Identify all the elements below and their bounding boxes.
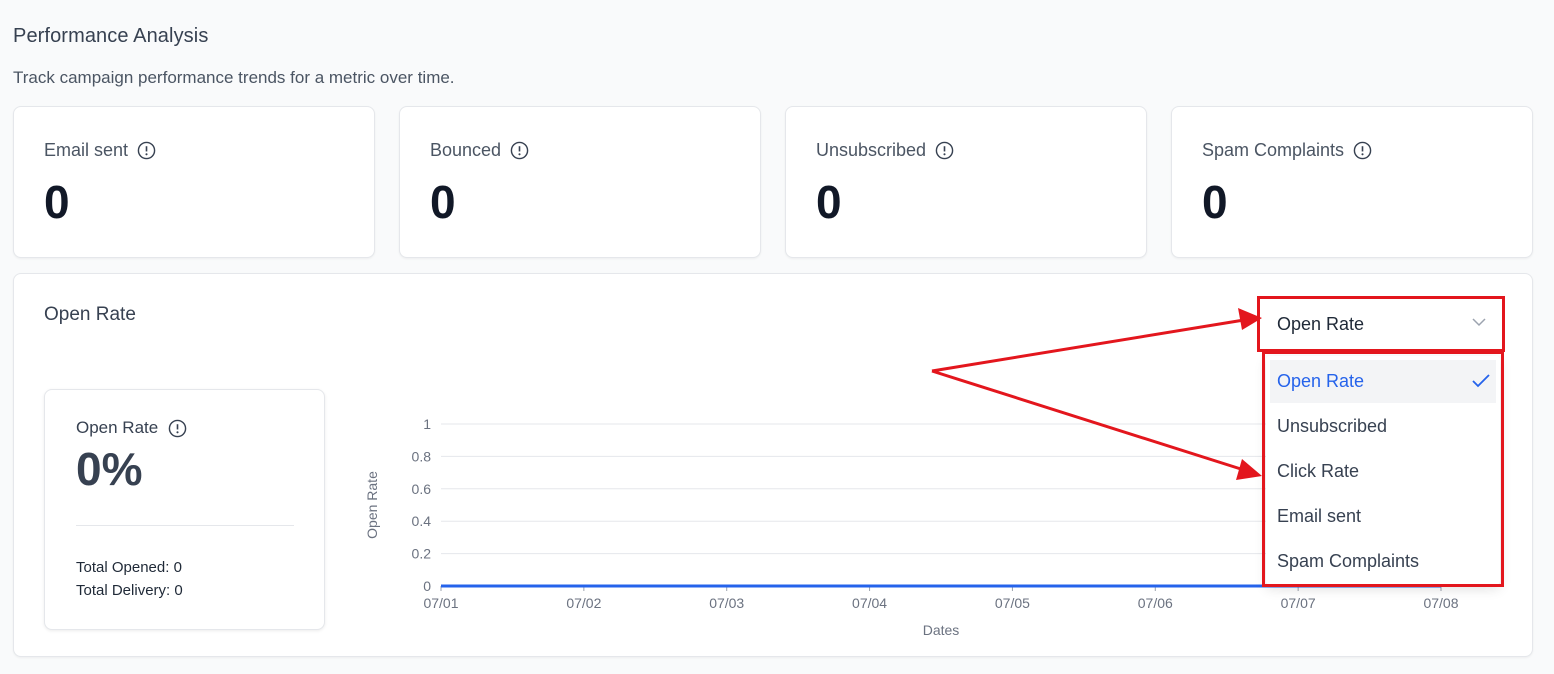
dropdown-option-email-sent[interactable]: Email sent	[1270, 495, 1496, 538]
option-label: Email sent	[1277, 506, 1362, 526]
y-tick-label: 0.4	[412, 513, 432, 529]
dropdown-option-open-rate[interactable]: Open Rate	[1270, 360, 1496, 403]
x-tick-label: 07/05	[995, 595, 1030, 611]
y-tick-label: 0.8	[412, 448, 432, 464]
checkmark-icon	[1472, 374, 1490, 388]
x-tick-label: 07/06	[1138, 595, 1173, 611]
x-tick-label: 07/04	[852, 595, 887, 611]
dropdown-option-unsubscribed[interactable]: Unsubscribed	[1270, 405, 1496, 448]
option-label: Unsubscribed	[1277, 416, 1388, 436]
x-tick-label: 07/02	[566, 595, 601, 611]
metric-select-value: Open Rate	[1277, 314, 1365, 334]
option-label: Click Rate	[1277, 461, 1360, 481]
option-label: Spam Complaints	[1277, 551, 1420, 571]
option-label: Open Rate	[1277, 371, 1365, 391]
x-axis-label: Dates	[923, 622, 960, 638]
y-tick-label: 1	[423, 416, 431, 432]
x-tick-label: 07/01	[423, 595, 458, 611]
x-tick-label: 07/08	[1423, 595, 1458, 611]
y-axis-label: Open Rate	[364, 471, 380, 539]
metric-dropdown-menu: Open Rate Unsubscribed Click Rate Email …	[1266, 356, 1500, 585]
y-tick-label: 0.2	[412, 546, 432, 562]
chevron-down-icon	[1472, 318, 1486, 327]
x-tick-label: 07/07	[1281, 595, 1316, 611]
x-tick-label: 07/03	[709, 595, 744, 611]
dropdown-option-spam-complaints[interactable]: Spam Complaints	[1270, 540, 1496, 583]
y-tick-label: 0	[423, 578, 431, 594]
dropdown-option-click-rate[interactable]: Click Rate	[1270, 450, 1496, 493]
y-tick-label: 0.6	[412, 481, 432, 497]
metric-select[interactable]: Open Rate	[1262, 302, 1500, 346]
